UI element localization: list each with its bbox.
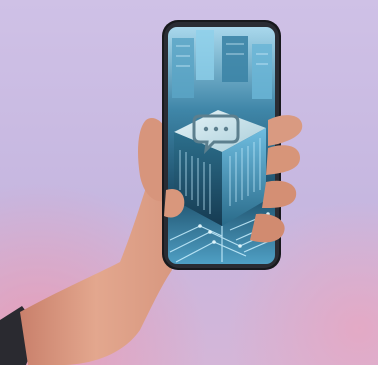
photo	[0, 0, 378, 365]
photo-canvas	[0, 0, 378, 365]
